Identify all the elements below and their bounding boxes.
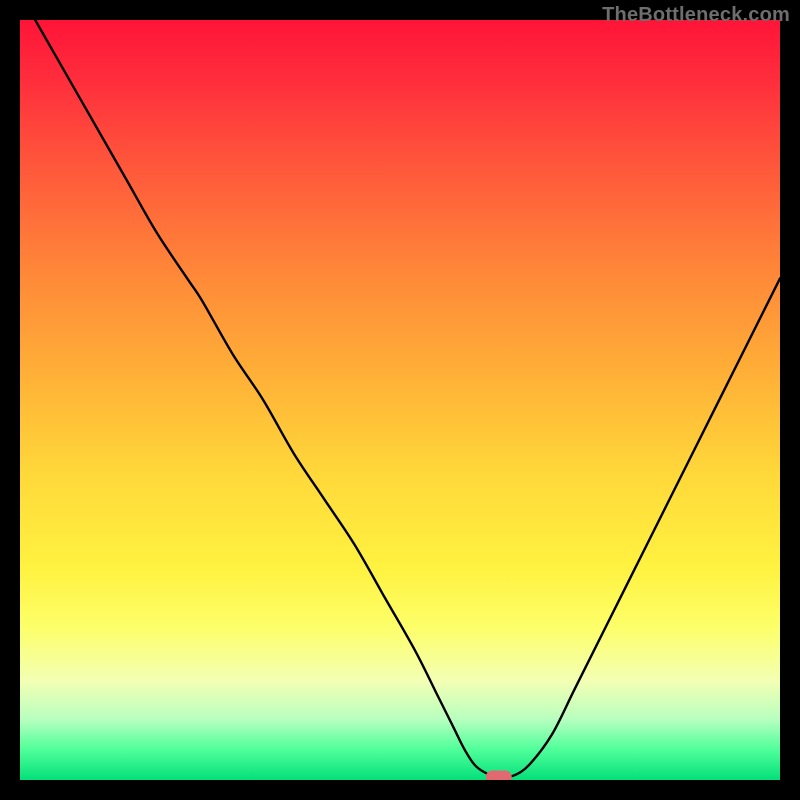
plot-area [20, 20, 780, 780]
watermark-text: TheBottleneck.com [602, 4, 790, 27]
bottleneck-curve-path [35, 20, 780, 777]
optimum-marker [486, 770, 512, 780]
bottleneck-curve-svg [20, 20, 780, 780]
chart-frame: TheBottleneck.com [0, 0, 800, 800]
